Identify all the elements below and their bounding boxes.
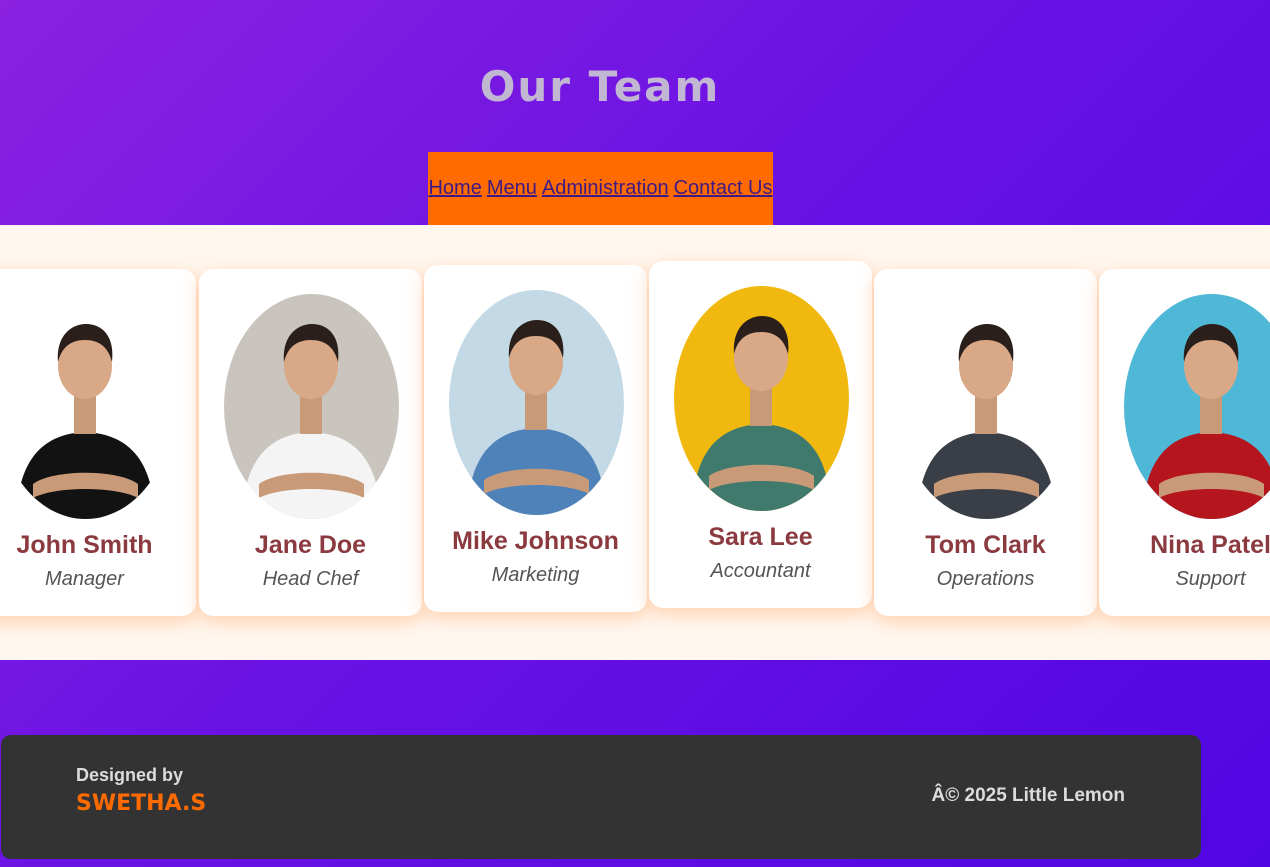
copyright-text: Â© 2025 Little Lemon xyxy=(931,785,1126,806)
designer-name: SWETHA.S xyxy=(76,791,207,816)
nav-link-home[interactable]: Home xyxy=(428,177,481,200)
team-member-name: Nina Patel xyxy=(1150,531,1270,559)
nav-link-menu[interactable]: Menu xyxy=(487,177,537,200)
team-member-role: Accountant xyxy=(710,560,811,582)
team-card[interactable]: Sara Lee Accountant xyxy=(649,261,872,608)
team-card[interactable]: Tom Clark Operations xyxy=(874,269,1097,616)
team-member-role: Marketing xyxy=(491,564,580,586)
page-title: Our Team xyxy=(479,62,721,111)
team-card[interactable]: Jane Doe Head Chef xyxy=(199,269,422,616)
team-member-name: Tom Clark xyxy=(925,531,1046,559)
team-member-name: Mike Johnson xyxy=(452,527,619,555)
team-member-photo xyxy=(899,294,1074,519)
site-footer: Designed by SWETHA.S Â© 2025 Little Lemo… xyxy=(1,735,1201,859)
nav-link-contact-us[interactable]: Contact Us xyxy=(674,177,773,200)
portrait-illustration xyxy=(1124,294,1270,519)
team-member-photo xyxy=(0,294,173,519)
nav-link-administration[interactable]: Administration xyxy=(542,177,669,200)
team-member-role: Manager xyxy=(45,568,124,590)
portrait-illustration xyxy=(224,294,399,519)
team-card[interactable]: Nina Patel Support xyxy=(1099,269,1270,616)
team-card[interactable]: Mike Johnson Marketing xyxy=(424,265,647,612)
portrait-illustration xyxy=(674,286,849,511)
team-member-role: Head Chef xyxy=(262,568,359,590)
team-member-role: Operations xyxy=(936,568,1035,590)
team-member-photo xyxy=(224,294,399,519)
team-member-photo xyxy=(674,286,849,511)
team-member-name: Sara Lee xyxy=(708,523,813,551)
team-member-photo xyxy=(449,290,624,515)
team-card[interactable]: John Smith Manager xyxy=(0,269,196,616)
portrait-illustration xyxy=(0,294,173,519)
team-member-role: Support xyxy=(1175,568,1246,590)
team-member-name: John Smith xyxy=(16,531,153,559)
main-nav: Home Menu Administration Contact Us xyxy=(428,152,773,225)
team-carousel: John Smith Manager Jane Doe Head Chef Mi… xyxy=(0,225,1270,660)
team-member-photo xyxy=(1124,294,1270,519)
designed-by-label: Designed by xyxy=(76,765,184,785)
team-member-name: Jane Doe xyxy=(254,531,367,559)
portrait-illustration xyxy=(449,290,624,515)
portrait-illustration xyxy=(899,294,1074,519)
